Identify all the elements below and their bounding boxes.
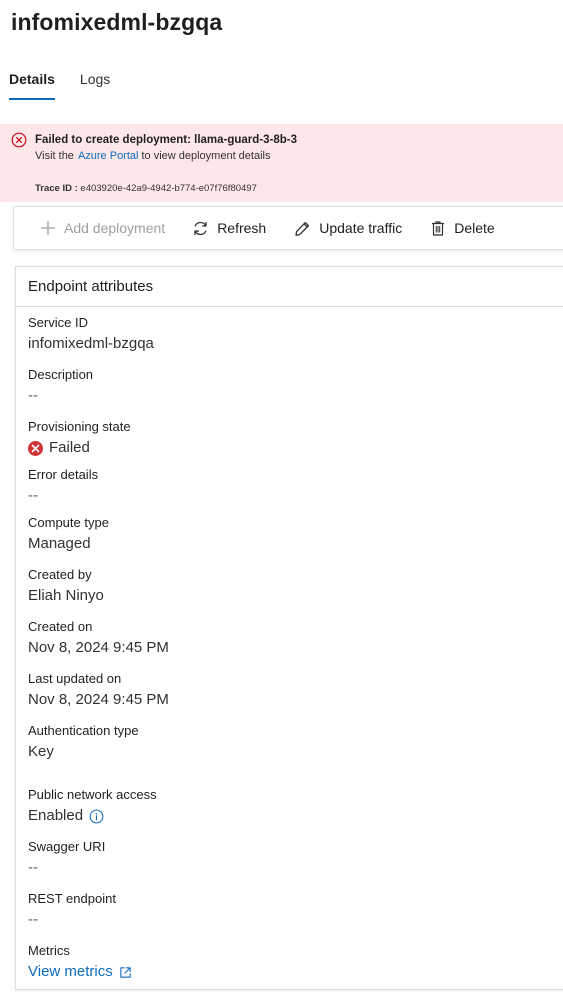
rest-endpoint-value: -- [28, 911, 38, 928]
update-traffic-label: Update traffic [319, 220, 403, 236]
view-metrics-link[interactable]: View metrics [28, 961, 113, 983]
field-description: Description -- [28, 366, 93, 407]
provisioning-state-value: Failed [28, 437, 131, 459]
swagger-uri-value: -- [28, 859, 38, 876]
field-label: Authentication type [28, 723, 139, 738]
field-label: Description [28, 367, 94, 382]
field-error-details: Error details -- [28, 466, 98, 507]
refresh-icon [194, 221, 207, 235]
field-metrics: Metrics View metrics [28, 942, 132, 983]
error-message-suffix: to view deployment details [141, 150, 271, 162]
delete-label: Delete [454, 220, 495, 236]
card-title: Endpoint attributes [28, 278, 154, 295]
tab-details[interactable]: Details [9, 68, 55, 100]
trace-id: Trace ID : e403920e-42a9-4942-b774-e07f7… [35, 183, 257, 194]
error-message: Visit the Azure Portal to view deployment … [35, 150, 270, 162]
error-circle-icon [11, 132, 27, 148]
delete-button[interactable]: Delete [430, 207, 495, 249]
field-label: Created on [28, 619, 93, 634]
compute-type-value: Managed [28, 535, 91, 552]
field-last-updated-on: Last updated on Nov 8, 2024 9:45 PM [28, 670, 169, 711]
authentication-type-value: Key [28, 743, 54, 760]
refresh-label: Refresh [217, 220, 267, 236]
refresh-button[interactable]: Refresh [192, 207, 266, 249]
info-icon[interactable] [89, 809, 104, 824]
metrics-value: View metrics [28, 961, 132, 983]
description-value: -- [28, 387, 38, 404]
add-icon [40, 220, 56, 236]
public-network-access-text: Enabled [28, 807, 84, 824]
add-deployment-label: Add deployment [64, 220, 166, 236]
error-title: Failed to create deployment: llama-guard… [35, 134, 298, 146]
error-message-prefix: Visit the [35, 150, 74, 162]
public-network-access-value: Enabled [28, 805, 157, 827]
endpoint-attributes-card: Endpoint attributes Service ID infomixed… [15, 266, 563, 990]
field-label: REST endpoint [28, 891, 116, 906]
tab-logs[interactable]: Logs [80, 68, 110, 100]
azure-portal-link[interactable]: Azure Portal [78, 150, 139, 162]
field-label: Compute type [28, 515, 109, 530]
field-service-id: Service ID infomixedml-bzgqa [28, 314, 154, 355]
service-id-value: infomixedml-bzgqa [28, 335, 154, 352]
created-by-value: Eliah Ninyo [28, 587, 104, 604]
field-label: Service ID [28, 315, 88, 330]
field-label: Metrics [28, 943, 70, 958]
field-label: Last updated on [28, 671, 122, 686]
trace-id-value: e403920e-42a9-4942-b774-e07f76f80497 [80, 183, 257, 194]
page-title: infomixedml-bzgqa [11, 9, 223, 35]
field-created-on: Created on Nov 8, 2024 9:45 PM [28, 618, 169, 659]
field-authentication-type: Authentication type Key [28, 722, 139, 763]
field-label: Public network access [28, 787, 157, 802]
update-traffic-button[interactable]: Update traffic [294, 207, 402, 249]
failed-status-icon [28, 440, 43, 456]
field-label: Swagger URI [28, 839, 106, 854]
field-label: Error details [28, 467, 99, 482]
field-label: Created by [28, 567, 92, 582]
field-public-network-access: Public network access Enabled [28, 786, 157, 827]
trash-icon [432, 220, 445, 236]
last-updated-on-value: Nov 8, 2024 9:45 PM [28, 691, 169, 708]
add-deployment-button[interactable]: Add deployment [40, 207, 165, 249]
error-details-value: -- [28, 487, 38, 504]
field-label: Provisioning state [28, 419, 131, 434]
error-banner: Failed to create deployment: llama-guard… [0, 124, 563, 202]
provisioning-state-text: Failed [49, 439, 90, 456]
open-external-icon [119, 966, 132, 979]
field-created-by: Created by Eliah Ninyo [28, 566, 104, 607]
card-header: Endpoint attributes [16, 267, 563, 307]
created-on-value: Nov 8, 2024 9:45 PM [28, 639, 169, 656]
command-bar: Add deployment Refresh Update traffic De… [13, 206, 563, 250]
pencil-icon [295, 221, 310, 236]
tab-bar: Details Logs [9, 68, 135, 102]
field-compute-type: Compute type Managed [28, 514, 109, 555]
field-provisioning-state: Provisioning state Failed [28, 418, 131, 459]
field-swagger-uri: Swagger URI -- [28, 838, 105, 879]
trace-id-label: Trace ID : [35, 183, 78, 194]
field-rest-endpoint: REST endpoint -- [28, 890, 116, 931]
